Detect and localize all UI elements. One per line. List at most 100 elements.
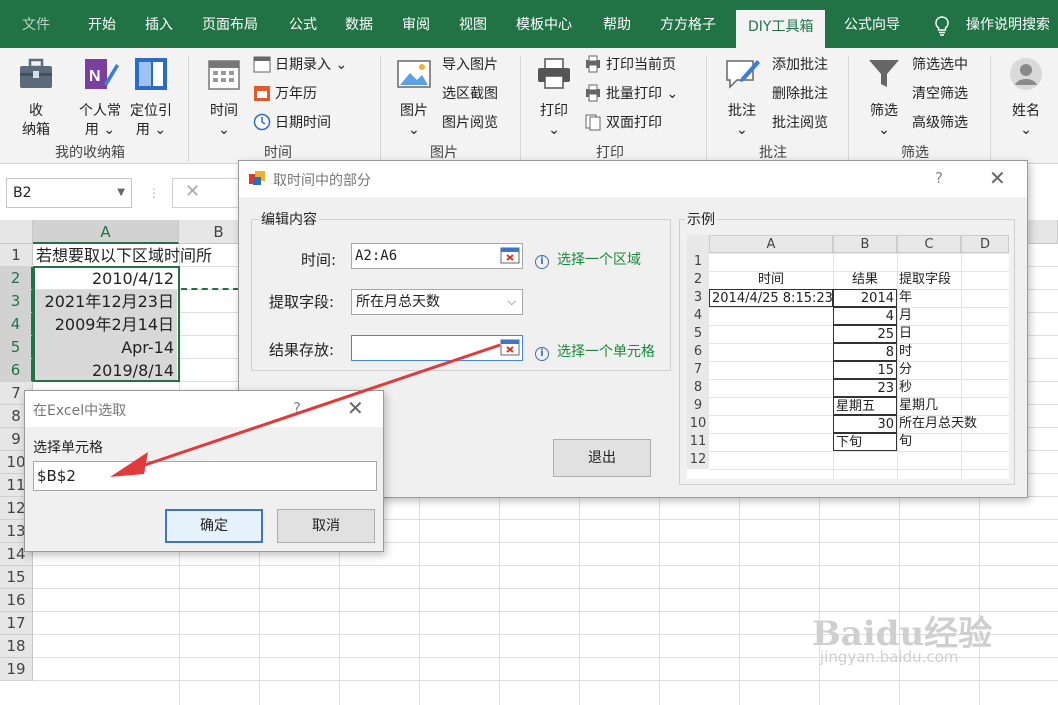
delete-comment-button[interactable]: 删除批注 — [772, 83, 828, 105]
row-gridline — [33, 680, 1058, 681]
example-row-header: 12 — [687, 451, 709, 469]
tab-insert[interactable]: 插入 — [145, 10, 173, 40]
row-header[interactable]: 1 — [0, 244, 33, 267]
dialog-close-button[interactable]: ✕ — [989, 166, 1006, 190]
row-header[interactable]: 6 — [0, 359, 33, 382]
tab-diy-toolbox[interactable]: DIY工具箱 — [736, 10, 826, 48]
time-range-input[interactable]: A2:A6 — [351, 243, 523, 269]
column-header-a[interactable]: A — [33, 220, 179, 244]
view-comments-button[interactable]: 批注阅览 — [772, 112, 828, 134]
print-button[interactable]: 打印 ⌄ — [532, 56, 576, 140]
filter-button[interactable]: 筛选 ⌄ — [862, 56, 906, 140]
name-box[interactable]: B2 ▼ — [6, 178, 132, 208]
batch-print-button[interactable]: 批量打印 ⌄ — [584, 83, 678, 105]
tab-review[interactable]: 审阅 — [402, 10, 430, 40]
tab-formula-wizard[interactable]: 公式向导 — [844, 10, 900, 40]
group-separator — [188, 56, 189, 162]
example-time-value: 2014/4/25 8:15:23 — [709, 289, 833, 307]
result-hint: i 选择一个单元格 — [535, 341, 655, 361]
cell-picker-icon[interactable] — [500, 338, 520, 357]
tab-help[interactable]: 帮助 — [603, 10, 631, 40]
example-result-value: 2014 — [833, 289, 897, 307]
row-header[interactable]: 5 — [0, 336, 33, 359]
example-row-header: 4 — [687, 307, 709, 325]
select-all-corner[interactable] — [0, 220, 33, 244]
tab-view[interactable]: 视图 — [459, 10, 487, 40]
row-header[interactable]: 3 — [0, 290, 33, 313]
tab-home[interactable]: 开始 — [88, 10, 116, 40]
dialog-title-bar: 取时间中的部分 ? ✕ — [239, 161, 1027, 197]
import-image-button[interactable]: 导入图片 — [442, 54, 498, 76]
row-header[interactable]: 2 — [0, 267, 33, 290]
calendar-icon — [202, 56, 246, 98]
example-gridline — [709, 451, 1009, 452]
ok-button[interactable]: 确定 — [165, 509, 263, 543]
dialog-help-button[interactable]: ? — [935, 169, 943, 187]
batch-print-icon — [584, 84, 602, 102]
tab-file[interactable]: 文件 — [22, 10, 50, 40]
region-screenshot-button[interactable]: 选区截图 — [442, 83, 498, 105]
time-button[interactable]: 时间 ⌄ — [202, 56, 246, 140]
add-comment-button[interactable]: 添加批注 — [772, 54, 828, 76]
time-range-value: A2:A6 — [355, 248, 398, 264]
example-field-name: 年 — [899, 290, 913, 305]
excel-window: 文件 开始 插入 页面布局 公式 数据 审阅 视图 模板中心 帮助 方方格子 D… — [0, 0, 1058, 705]
result-cell-input[interactable] — [351, 335, 523, 361]
example-result-value: 25 — [833, 325, 897, 343]
tab-data[interactable]: 数据 — [345, 10, 373, 40]
tell-me-search[interactable]: 操作说明搜索 — [966, 10, 1050, 40]
row-header[interactable]: 18 — [0, 635, 33, 658]
duplex-print-button[interactable]: 双面打印 — [584, 112, 662, 134]
time-label: 时间: — [301, 251, 337, 269]
tab-formulas[interactable]: 公式 — [289, 10, 317, 40]
image-viewer-button[interactable]: 图片阅览 — [442, 112, 498, 134]
comment-button[interactable]: 批注 ⌄ — [720, 56, 764, 140]
print-current-page-button[interactable]: 打印当前页 — [584, 54, 676, 76]
row-header[interactable]: 17 — [0, 612, 33, 635]
result-label: 结果存放: — [269, 341, 335, 359]
group-label-filter: 筛选 — [901, 145, 929, 161]
tab-template-center[interactable]: 模板中心 — [516, 10, 572, 40]
advanced-filter-button[interactable]: 高级筛选 — [912, 112, 968, 134]
example-row-header: 5 — [687, 325, 709, 343]
storage-box-button[interactable]: 收 纳箱 — [14, 56, 58, 140]
filter-selected-button[interactable]: 筛选选中 — [912, 54, 968, 76]
comment-button-label: 批注 ⌄ — [728, 103, 756, 138]
row-header[interactable]: 4 — [0, 313, 33, 336]
extract-field-select[interactable]: 所在月总天数 ⌵ — [351, 289, 523, 315]
group-label-time: 时间 — [264, 145, 292, 161]
print-page-icon — [584, 55, 602, 73]
row-header[interactable]: 16 — [0, 589, 33, 612]
pick-dialog-help-button[interactable]: ? — [293, 399, 301, 417]
dialog-app-icon — [249, 171, 267, 191]
tab-fangfange[interactable]: 方方格子 — [660, 10, 716, 40]
example-field-name: 时 — [899, 344, 913, 359]
name-button[interactable]: 姓名 ⌄ — [1004, 56, 1048, 140]
info-icon: i — [535, 347, 549, 361]
pick-dialog-close-button[interactable]: ✕ — [347, 396, 364, 420]
duplex-print-label: 双面打印 — [606, 115, 662, 131]
row-header[interactable]: 15 — [0, 566, 33, 589]
clear-filter-button[interactable]: 清空筛选 — [912, 83, 968, 105]
cell-a1[interactable]: 若想要取以下区域时间所 — [33, 245, 253, 267]
image-button[interactable]: 图片 ⌄ — [392, 56, 436, 140]
selected-cell-input[interactable]: $B$2 — [33, 461, 377, 491]
extract-field-value: 所在月总天数 — [356, 294, 440, 310]
chevron-down-icon: ▼ — [117, 187, 125, 198]
chevron-down-icon: ⌵ — [507, 295, 516, 308]
locate-reference-button[interactable]: 定位引 用 ⌄ — [128, 56, 174, 140]
row-header[interactable]: 19 — [0, 658, 33, 681]
date-time-button[interactable]: 日期时间 — [253, 112, 331, 134]
exit-button[interactable]: 退出 — [553, 439, 651, 477]
clock-icon — [253, 113, 271, 131]
perpetual-calendar-button[interactable]: 万年历 — [253, 83, 317, 105]
dialog-title: 取时间中的部分 — [273, 173, 371, 189]
field-label: 提取字段: — [269, 293, 335, 311]
onenote-icon: N — [74, 56, 126, 98]
personal-common-button[interactable]: N 个人常 用 ⌄ — [74, 56, 126, 140]
cancel-button[interactable]: 取消 — [277, 509, 375, 543]
date-entry-button[interactable]: 日期录入 ⌄ — [253, 54, 347, 76]
tab-page-layout[interactable]: 页面布局 — [202, 10, 258, 40]
cancel-formula-icon[interactable]: ✕ — [185, 181, 200, 202]
range-picker-icon[interactable] — [500, 246, 520, 265]
